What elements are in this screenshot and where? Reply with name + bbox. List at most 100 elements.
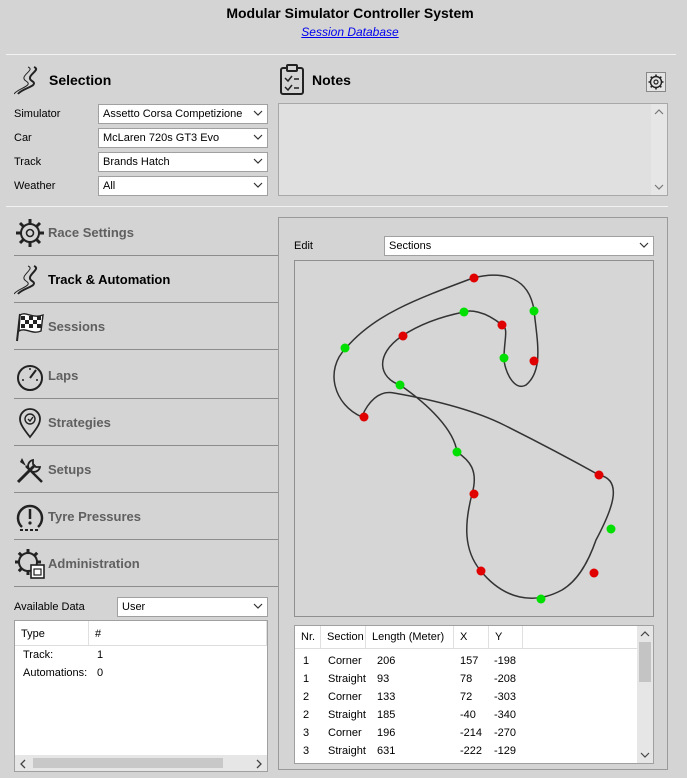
edit-label: Edit (294, 240, 313, 252)
column-header-count[interactable]: # (89, 621, 267, 646)
corner-marker[interactable] (469, 273, 479, 283)
track-select[interactable]: Brands Hatch (98, 152, 268, 172)
table-row[interactable]: 1 Straight 93 78 -208 (295, 670, 637, 688)
corner-marker[interactable] (497, 320, 507, 330)
scrollbar-thumb[interactable] (639, 642, 651, 682)
scroll-down-icon[interactable] (640, 751, 650, 759)
simulator-value: Assetto Corsa Competizione (103, 108, 243, 120)
list-item-type: Automations: (23, 667, 88, 679)
chevron-down-icon (639, 242, 649, 248)
corner-marker[interactable] (529, 356, 539, 366)
straight-marker[interactable] (606, 524, 616, 534)
nav-tyre-pressures[interactable]: Tyre Pressures (14, 493, 278, 540)
edit-select[interactable]: Sections (384, 236, 654, 256)
nav-setups[interactable]: Setups (14, 446, 278, 493)
nav-strategies[interactable]: Strategies (14, 399, 278, 446)
table-cell: -208 (494, 673, 517, 685)
car-label: Car (14, 132, 32, 144)
corner-marker[interactable] (469, 489, 479, 499)
chevron-down-icon (253, 134, 263, 140)
column-header-section[interactable]: Section (321, 626, 366, 648)
scroll-up-icon[interactable] (640, 630, 650, 638)
settings-gear-icon[interactable] (646, 72, 666, 92)
table-cell: 72 (460, 691, 473, 703)
straight-marker[interactable] (536, 594, 546, 604)
corner-marker[interactable] (589, 568, 599, 578)
straight-marker[interactable] (452, 447, 462, 457)
table-cell: -340 (494, 709, 517, 721)
column-header-length[interactable]: Length (Meter) (366, 626, 454, 648)
table-cell: 631 (377, 745, 396, 757)
column-header-y[interactable]: Y (489, 626, 523, 648)
table-row[interactable]: 3 Straight 631 -222 -129 (295, 742, 637, 760)
table-cell: 133 (377, 691, 396, 703)
chevron-down-icon (253, 603, 263, 609)
chevron-down-icon (253, 158, 263, 164)
list-item-type: Track: (23, 649, 54, 661)
table-cell: 196 (377, 727, 396, 739)
scroll-up-icon[interactable] (654, 108, 664, 116)
table-cell: Straight (328, 745, 366, 757)
column-header-nr[interactable]: Nr. (295, 626, 321, 648)
straight-marker[interactable] (340, 343, 350, 353)
table-cell: 1 (303, 655, 310, 667)
straight-marker[interactable] (499, 353, 509, 363)
simulator-select[interactable]: Assetto Corsa Competizione (98, 104, 268, 124)
scroll-down-icon[interactable] (654, 183, 664, 191)
scroll-left-icon[interactable] (19, 759, 27, 769)
simulator-label: Simulator (14, 108, 61, 120)
table-row[interactable]: 2 Straight 185 -40 -340 (295, 706, 637, 724)
horizontal-scrollbar[interactable] (15, 755, 267, 771)
track-map[interactable] (294, 260, 654, 617)
nav-label: Tyre Pressures (48, 509, 141, 524)
session-database-link[interactable]: Session Database (0, 25, 687, 39)
track-label: Track (14, 156, 42, 168)
car-select[interactable]: McLaren 720s GT3 Evo (98, 128, 268, 148)
clipboard-icon (280, 64, 304, 95)
gear-icon (16, 219, 44, 247)
nav-sessions[interactable]: Sessions (14, 303, 278, 350)
table-row[interactable]: 1 Corner 206 157 -198 (295, 652, 637, 670)
list-item-count: 0 (97, 667, 104, 679)
speedometer-icon (17, 365, 43, 391)
edit-value: Sections (389, 240, 432, 252)
available-data-list[interactable]: Type # Track: 1 Automations: 0 (14, 620, 268, 772)
divider (6, 206, 668, 207)
column-header-x[interactable]: X (454, 626, 489, 648)
selection-title: Selection (49, 72, 112, 88)
table-cell: Corner (328, 727, 362, 739)
nav-race-settings[interactable]: Race Settings (14, 209, 278, 256)
scrollbar-thumb[interactable] (33, 758, 223, 768)
straight-marker[interactable] (459, 307, 469, 317)
available-data-value: User (122, 601, 146, 613)
straight-marker[interactable] (529, 306, 539, 316)
notes-textarea[interactable] (278, 103, 668, 196)
table-row[interactable]: 2 Corner 133 72 -303 (295, 688, 637, 706)
corner-marker[interactable] (476, 566, 486, 576)
tyre-icon (16, 504, 44, 531)
nav-label: Setups (48, 462, 92, 477)
column-header-type[interactable]: Type (15, 621, 89, 646)
table-cell: 2 (303, 709, 310, 721)
available-data-select[interactable]: User (117, 597, 268, 617)
table-scrollbar[interactable] (637, 626, 653, 763)
weather-select[interactable]: All (98, 176, 268, 196)
corner-marker[interactable] (398, 331, 408, 341)
table-row[interactable]: 3 Corner 196 -214 -270 (295, 724, 637, 742)
straight-marker[interactable] (395, 380, 405, 390)
nav-track-automation[interactable]: Track & Automation (14, 256, 278, 303)
table-cell: Corner (328, 655, 362, 667)
nav-laps[interactable]: Laps (14, 352, 278, 399)
table-cell: 1 (303, 673, 310, 685)
table-cell: -270 (494, 727, 517, 739)
track-value: Brands Hatch (103, 156, 170, 168)
notes-scrollbar[interactable] (651, 104, 667, 195)
nav-administration[interactable]: Administration (14, 540, 278, 587)
corner-marker[interactable] (594, 470, 604, 480)
sections-table[interactable]: Nr. Section Length (Meter) X Y 1 Corner 20… (294, 625, 654, 764)
table-cell: 206 (377, 655, 396, 667)
corner-marker[interactable] (359, 412, 369, 422)
table-cell: Corner (328, 691, 362, 703)
weather-value: All (103, 180, 116, 192)
scroll-right-icon[interactable] (255, 759, 263, 769)
